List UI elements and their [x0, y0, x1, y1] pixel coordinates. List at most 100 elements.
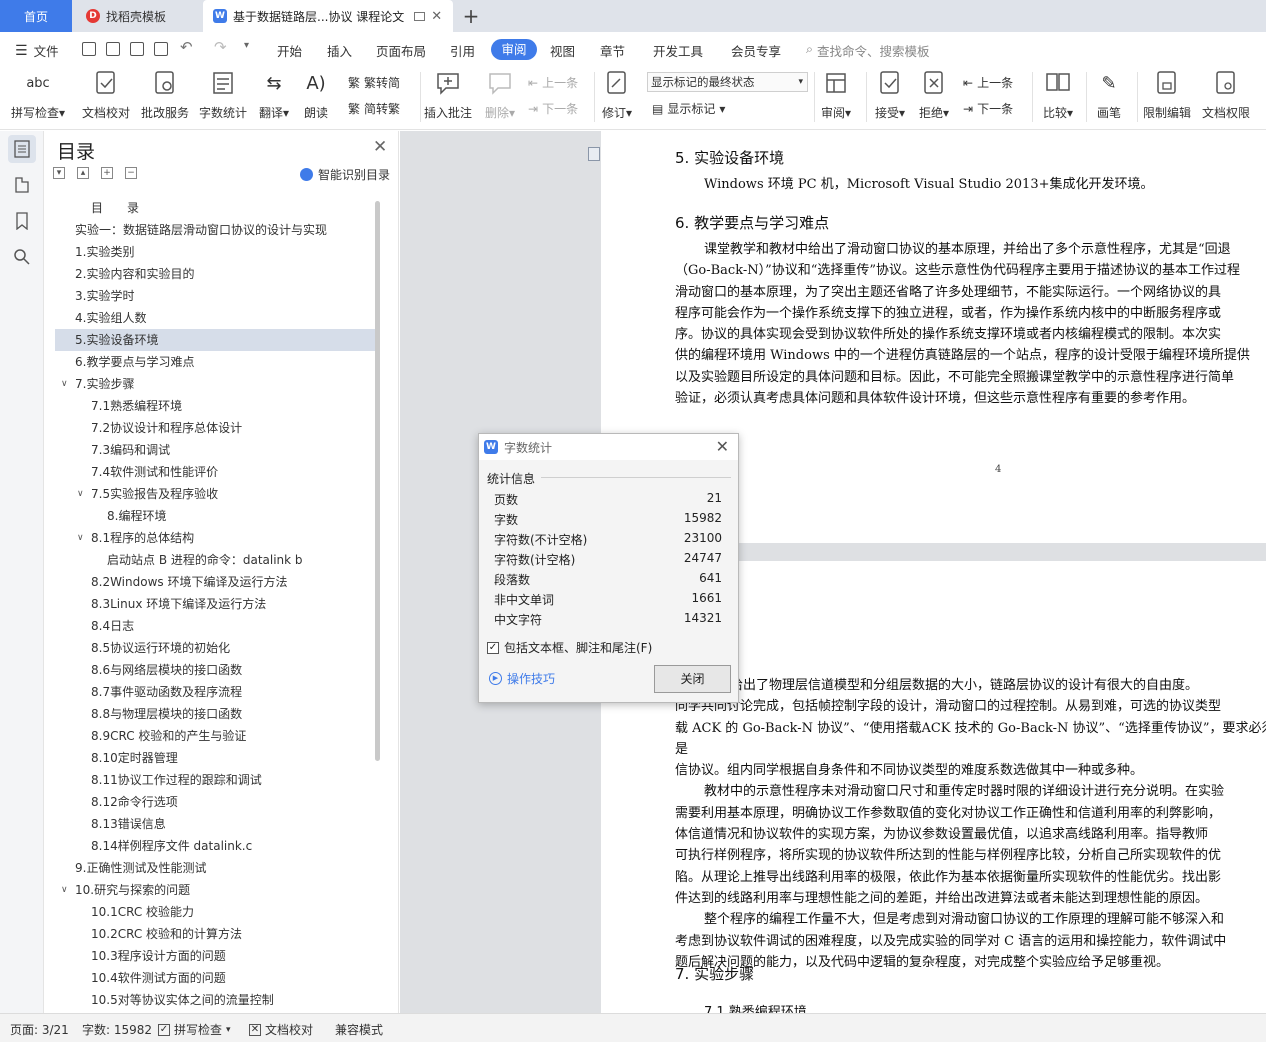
read-aloud-button[interactable]: A) 朗读 — [286, 70, 346, 121]
toc-item[interactable]: 8.6与网络层模块的接口函数 — [55, 659, 376, 681]
trad-to-simp-button[interactable]: 繁繁转简 — [348, 74, 400, 91]
toc-item[interactable]: 3.实验学时 — [55, 285, 376, 307]
toc-item[interactable]: 5.实验设备环境 — [55, 329, 376, 351]
pen-button[interactable]: ✎ 画笔 — [1079, 70, 1139, 121]
operation-tips-link[interactable]: ▶ 操作技巧 — [489, 670, 555, 687]
toc-item[interactable]: 8.9CRC 校验和的产生与验证 — [55, 725, 376, 747]
include-textbox-checkbox[interactable]: ✓ 包括文本框、脚注和尾注(F) — [487, 639, 652, 656]
restrict-edit-button[interactable]: 限制编辑 — [1137, 70, 1197, 121]
chevron-down-icon[interactable]: ∨ — [77, 483, 84, 505]
simp-to-trad-button[interactable]: 繁简转繁 — [348, 100, 400, 117]
reject-button[interactable]: 拒绝▾ — [904, 70, 964, 121]
tab-document[interactable]: W 基于数据链路层...协议 课程论文 ✕ — [203, 0, 453, 32]
status-spell-check[interactable]: ✓ 拼写检查 ▾ — [158, 1021, 231, 1038]
close-icon[interactable]: ✕ — [716, 437, 729, 456]
print-icon[interactable] — [130, 42, 144, 56]
show-markup-button[interactable]: ▤ 显示标记 ▾ — [652, 100, 725, 117]
navigation-icon[interactable] — [8, 171, 36, 199]
toc-item[interactable]: 8.13错误信息 — [55, 813, 376, 835]
page-nav-icon[interactable] — [588, 147, 600, 161]
next-change-button[interactable]: ⇥ 下一条 — [963, 100, 1013, 117]
toc-item[interactable]: 7.2协议设计和程序总体设计 — [55, 417, 376, 439]
toc-item[interactable]: 7.4软件测试和性能评价 — [55, 461, 376, 483]
next-comment-button[interactable]: ⇥ 下一条 — [528, 100, 578, 117]
toc-item[interactable]: 8.编程环境 — [55, 505, 376, 527]
spell-check-button[interactable]: abc 拼写检查▾ — [8, 70, 68, 121]
toc-item[interactable]: 8.5协议运行环境的初始化 — [55, 637, 376, 659]
close-button[interactable]: 关闭 — [654, 665, 731, 693]
toc-item[interactable]: 8.2Windows 环境下编译及运行方法 — [55, 571, 376, 593]
chevron-down-icon[interactable]: ∨ — [77, 527, 84, 549]
command-search[interactable]: ⌕ 查找命令、搜索模板 — [806, 41, 930, 60]
toc-item[interactable]: 8.7事件驱动函数及程序流程 — [55, 681, 376, 703]
expand-level-icon[interactable]: ▾ — [53, 167, 65, 179]
menu-member[interactable]: 会员专享 — [731, 41, 781, 60]
dialog-titlebar[interactable]: W 字数统计 ✕ — [479, 434, 738, 460]
toc-item[interactable]: 8.10定时器管理 — [55, 747, 376, 769]
toc-item[interactable]: 8.11协议工作过程的跟踪和调试 — [55, 769, 376, 791]
toc-scrollbar[interactable] — [375, 201, 380, 761]
toc-item[interactable]: 8.8与物理层模块的接口函数 — [55, 703, 376, 725]
remove-heading-icon[interactable]: − — [125, 167, 137, 179]
toc-item[interactable]: 6.教学要点与学习难点 — [55, 351, 376, 373]
toc-item[interactable]: 10.4软件测试方面的问题 — [55, 967, 376, 989]
tab-home[interactable]: 首页 — [0, 0, 72, 32]
menu-view[interactable]: 视图 — [550, 41, 575, 60]
toc-item[interactable]: 4.实验组人数 — [55, 307, 376, 329]
word-count-indicator[interactable]: 字数: 15982 — [82, 1021, 152, 1038]
save-icon[interactable] — [82, 42, 96, 56]
menu-chapter[interactable]: 章节 — [600, 41, 625, 60]
toc-item[interactable]: ∨ 7.实验步骤 — [55, 373, 376, 395]
toc-item[interactable]: 10.5对等协议实体之间的流量控制 — [55, 989, 376, 1011]
menu-page-layout[interactable]: 页面布局 — [376, 41, 426, 60]
toc-item[interactable]: 10.3程序设计方面的问题 — [55, 945, 376, 967]
batch-service-button[interactable]: 批改服务 — [135, 70, 195, 121]
add-heading-icon[interactable]: + — [101, 167, 113, 179]
doc-permission-button[interactable]: 文档权限 — [1196, 70, 1256, 121]
menu-review[interactable]: 审阅 — [491, 39, 537, 60]
toc-item[interactable]: 7.3编码和调试 — [55, 439, 376, 461]
delete-comment-button[interactable]: 删除▾ — [470, 70, 530, 121]
toc-item[interactable]: 8.12命令行选项 — [55, 791, 376, 813]
more-icon[interactable]: ▾ — [244, 40, 249, 51]
print-preview-icon[interactable] — [154, 42, 168, 56]
toc-item[interactable]: 启动站点 B 进程的命令：datalink b — [55, 549, 376, 571]
markup-state-select[interactable]: 显示标记的最终状态 ▾ — [647, 72, 808, 92]
menu-insert[interactable]: 插入 — [327, 41, 352, 60]
bookmark-icon[interactable] — [8, 207, 36, 235]
new-tab-button[interactable]: + — [458, 0, 484, 32]
toc-item[interactable]: 目 录 — [55, 197, 376, 219]
toc-item[interactable]: 7.1熟悉编程环境 — [55, 395, 376, 417]
prev-comment-button[interactable]: ⇤ 上一条 — [528, 74, 578, 91]
menu-dev-tools[interactable]: 开发工具 — [653, 41, 703, 60]
toc-item[interactable]: 10.2CRC 校验和的计算方法 — [55, 923, 376, 945]
chevron-down-icon[interactable]: ∨ — [61, 879, 68, 901]
close-icon[interactable]: ✕ — [373, 137, 387, 157]
toc-item[interactable]: ∨ 8.1程序的总体结构 — [55, 527, 376, 549]
toc-pane-icon[interactable] — [8, 135, 36, 163]
undo-icon[interactable]: ↶ — [180, 38, 193, 56]
collapse-level-icon[interactable]: ▴ — [77, 167, 89, 179]
toc-item[interactable]: 8.3Linux 环境下编译及运行方法 — [55, 593, 376, 615]
insert-comment-button[interactable]: 插入批注 — [418, 70, 478, 121]
page-indicator[interactable]: 页面: 3/21 — [10, 1021, 69, 1038]
tab-screen-icon[interactable] — [414, 11, 426, 21]
redo-icon[interactable]: ↷ — [214, 38, 227, 56]
prev-change-button[interactable]: ⇤ 上一条 — [963, 74, 1013, 91]
review-pane-button[interactable]: 审阅▾ — [806, 70, 866, 121]
toc-item[interactable]: 8.4日志 — [55, 615, 376, 637]
toc-item[interactable]: 8.14样例程序文件 datalink.c — [55, 835, 376, 857]
toc-item[interactable]: ∨ 10.研究与探索的问题 — [55, 879, 376, 901]
status-doc-proof[interactable]: ✕ 文档校对 — [249, 1021, 313, 1038]
tab-template[interactable]: D 找稻壳模板 — [74, 0, 200, 32]
toc-item[interactable]: 9.正确性测试及性能测试 — [55, 857, 376, 879]
file-menu[interactable]: ☰ 文件 — [15, 41, 59, 60]
toc-item[interactable]: 实验一：数据链路层滑动窗口协议的设计与实现 — [55, 219, 376, 241]
toc-item[interactable]: 1.实验类别 — [55, 241, 376, 263]
menu-start[interactable]: 开始 — [277, 41, 302, 60]
track-changes-button[interactable]: 修订▾ — [587, 70, 647, 121]
toc-item[interactable]: 10.1CRC 校验能力 — [55, 901, 376, 923]
tab-close-icon[interactable]: ✕ — [431, 9, 442, 24]
toc-item[interactable]: ∨ 7.5实验报告及程序验收 — [55, 483, 376, 505]
chevron-down-icon[interactable]: ∨ — [61, 373, 68, 395]
